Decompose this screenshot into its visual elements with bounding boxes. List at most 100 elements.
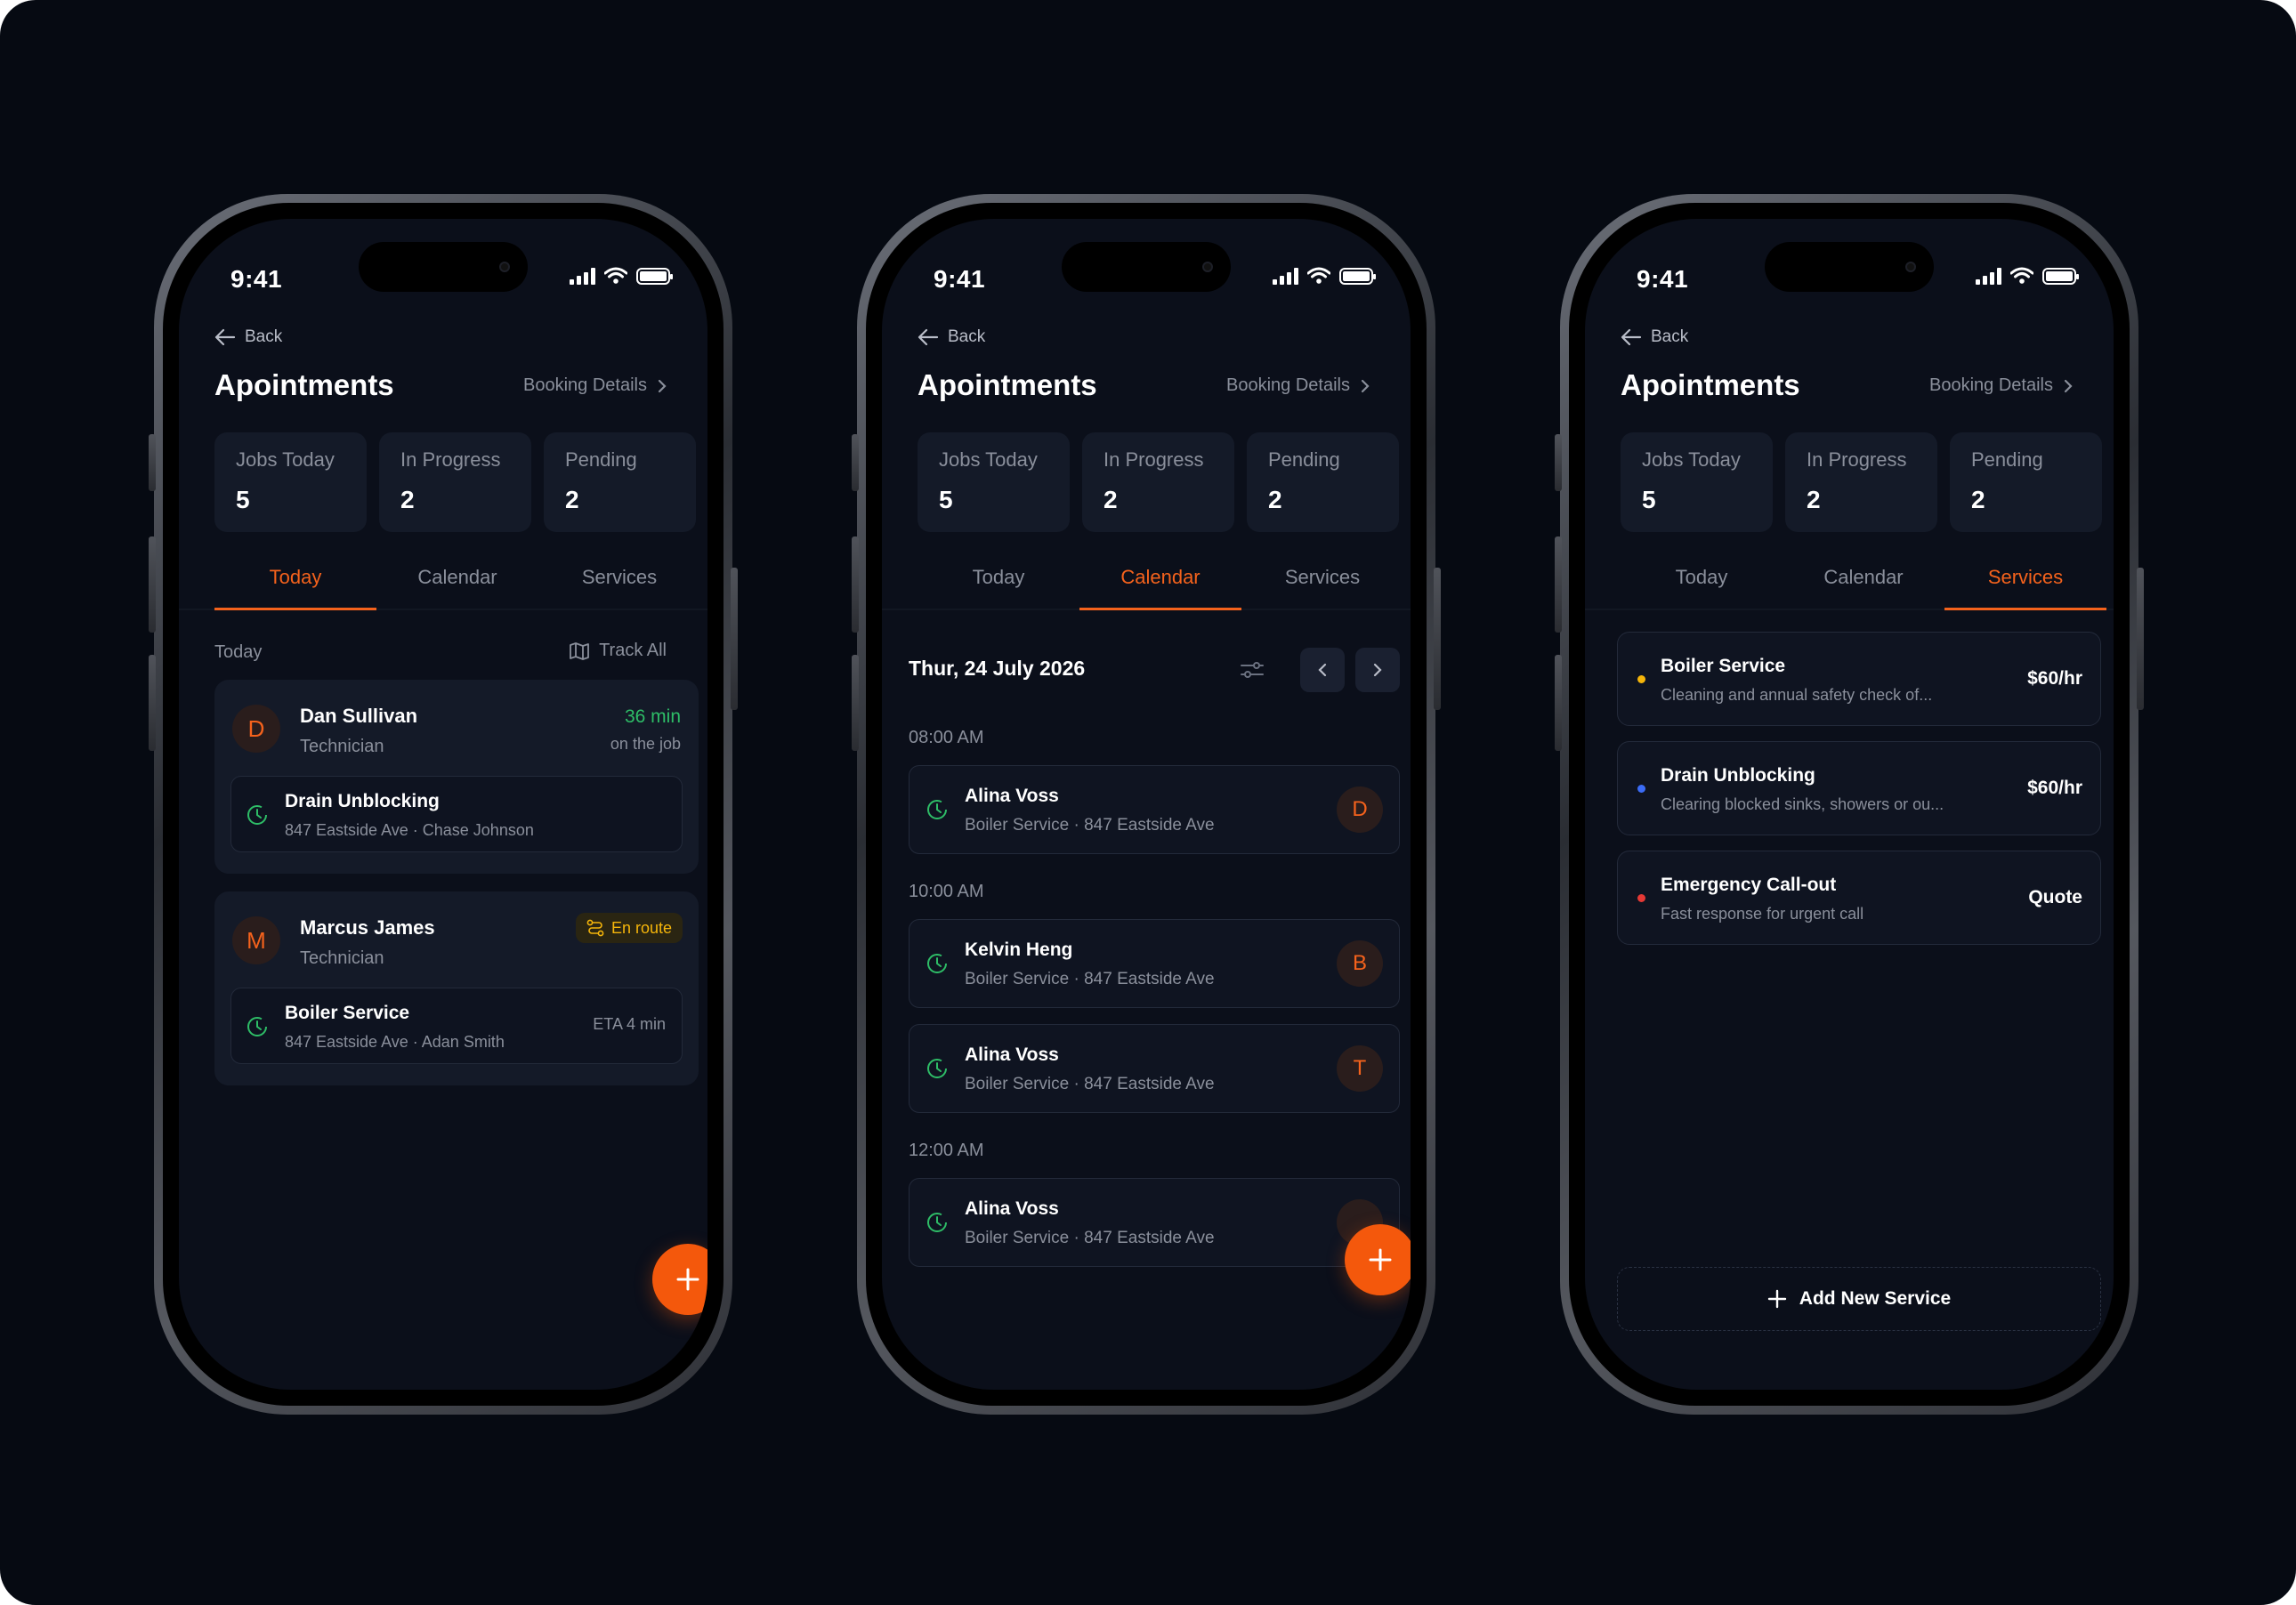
status-time: 9:41: [934, 265, 986, 293]
appointment-name: Alina Voss: [965, 1044, 1059, 1065]
stats-row: Jobs Today 5 In Progress 2 Pending 2: [214, 432, 707, 532]
booking-details-label: Booking Details: [523, 375, 647, 395]
stat-value: 2: [565, 486, 579, 513]
stat-jobs-today[interactable]: Jobs Today 5: [918, 432, 1070, 532]
appointment-item[interactable]: Alina Voss Boiler Service · 847 Eastside…: [909, 765, 1400, 854]
side-button: [149, 434, 156, 491]
chevron-right-icon: [2064, 379, 2073, 392]
canvas: 9:41 Back Apointments Booking Details Jo…: [0, 0, 2296, 1605]
cellular-signal-icon: [1976, 267, 2001, 285]
status-icons: [1273, 267, 1376, 285]
battery-icon: [2042, 267, 2079, 285]
stat-pending[interactable]: Pending 2: [1950, 432, 2102, 532]
job-row[interactable]: Drain Unblocking 847 Eastside Ave · Chas…: [230, 776, 683, 852]
status-time: 9:41: [1637, 265, 1689, 293]
eta-label: ETA 4 min: [593, 1015, 666, 1033]
tab-today[interactable]: Today: [918, 557, 1079, 610]
stat-label: Pending: [1268, 448, 1340, 471]
booking-details-link[interactable]: Booking Details: [1226, 375, 1370, 396]
service-color-dot: [1637, 785, 1645, 793]
service-item[interactable]: Boiler Service Cleaning and annual safet…: [1617, 632, 2101, 726]
back-button[interactable]: Back: [214, 327, 282, 347]
track-all-button[interactable]: Track All: [569, 641, 667, 661]
service-color-dot: [1637, 675, 1645, 683]
add-new-service-button[interactable]: Add New Service: [1617, 1267, 2101, 1331]
page-title: Apointments: [1621, 368, 1800, 401]
tab-bar: Today Calendar Services: [882, 557, 1411, 610]
dynamic-island: [359, 242, 528, 292]
stat-pending[interactable]: Pending 2: [1247, 432, 1399, 532]
cellular-signal-icon: [1273, 267, 1298, 285]
tab-services[interactable]: Services: [538, 557, 700, 610]
stat-jobs-today[interactable]: Jobs Today 5: [1621, 432, 1773, 532]
technician-card[interactable]: M Marcus James Technician En route Boile…: [214, 891, 699, 1085]
tab-services[interactable]: Services: [1241, 557, 1403, 610]
job-address: 847 Eastside Ave · Chase Johnson: [285, 821, 534, 839]
camera-icon: [1905, 262, 1916, 272]
page-title: Apointments: [918, 368, 1097, 401]
tab-calendar[interactable]: Calendar: [1783, 557, 1944, 610]
technician-card[interactable]: D Dan Sullivan Technician 36 min on the …: [214, 680, 699, 874]
section-label: Today: [214, 642, 263, 662]
service-price: $60/hr: [2027, 778, 2082, 798]
service-item[interactable]: Emergency Call-out Fast response for urg…: [1617, 851, 2101, 945]
screen: 9:41 Back Apointments Booking Details Jo…: [882, 219, 1411, 1390]
filter-icon[interactable]: [1240, 660, 1265, 680]
back-label: Back: [948, 327, 986, 346]
appointment-item[interactable]: Alina Voss Boiler Service · 847 Eastside…: [909, 1178, 1400, 1267]
prev-date-button[interactable]: [1300, 648, 1345, 692]
status-icons: [570, 267, 673, 285]
stat-in-progress[interactable]: In Progress 2: [379, 432, 531, 532]
job-address: 847 Eastside Ave · Adan Smith: [285, 1033, 505, 1051]
appointment-detail: Boiler Service · 847 Eastside Ave: [965, 816, 1215, 835]
stat-pending[interactable]: Pending 2: [544, 432, 696, 532]
avatar: D: [232, 705, 280, 753]
add-button[interactable]: [1345, 1224, 1411, 1295]
appointment-detail: Boiler Service · 847 Eastside Ave: [965, 970, 1215, 988]
tab-calendar[interactable]: Calendar: [1079, 557, 1241, 610]
camera-icon: [499, 262, 510, 272]
booking-details-link[interactable]: Booking Details: [523, 375, 667, 396]
chevron-right-icon: [658, 379, 667, 392]
back-button[interactable]: Back: [1621, 327, 1688, 347]
tab-services[interactable]: Services: [1944, 557, 2106, 610]
tab-today[interactable]: Today: [214, 557, 376, 610]
avatar: T: [1337, 1045, 1383, 1092]
service-item[interactable]: Drain Unblocking Clearing blocked sinks,…: [1617, 741, 2101, 835]
tab-calendar[interactable]: Calendar: [376, 557, 538, 610]
appointment-item[interactable]: Alina Voss Boiler Service · 847 Eastside…: [909, 1024, 1400, 1113]
bezel: 9:41 Back Apointments Booking Details Jo…: [163, 203, 724, 1406]
phone-calendar: 9:41 Back Apointments Booking Details Jo…: [852, 194, 1441, 1415]
service-name: Emergency Call-out: [1661, 875, 1837, 895]
duration-sub: on the job: [610, 735, 681, 753]
booking-details-label: Booking Details: [1226, 375, 1350, 395]
time-slot-label: 10:00 AM: [909, 882, 984, 901]
stat-jobs-today[interactable]: Jobs Today 5: [214, 432, 367, 532]
stat-label: In Progress: [400, 448, 501, 471]
stat-label: Jobs Today: [939, 448, 1038, 471]
volume-up-button: [149, 536, 156, 633]
dynamic-island: [1765, 242, 1934, 292]
next-date-button[interactable]: [1355, 648, 1400, 692]
stat-in-progress[interactable]: In Progress 2: [1785, 432, 1937, 532]
booking-details-link[interactable]: Booking Details: [1929, 375, 2073, 396]
stat-label: Jobs Today: [1642, 448, 1741, 471]
add-button[interactable]: [652, 1244, 707, 1315]
volume-up-button: [1555, 536, 1562, 633]
stat-label: In Progress: [1104, 448, 1204, 471]
plus-icon: [1369, 1248, 1392, 1271]
stat-value: 2: [1104, 486, 1118, 513]
screen: 9:41 Back Apointments Booking Details Jo…: [1585, 219, 2114, 1390]
clock-icon: [927, 1059, 947, 1078]
tab-today[interactable]: Today: [1621, 557, 1783, 610]
clock-icon: [927, 800, 947, 819]
service-price: $60/hr: [2027, 668, 2082, 689]
technician-role: Technician: [300, 737, 384, 756]
phone-services: 9:41 Back Apointments Booking Details Jo…: [1555, 194, 2144, 1415]
stat-in-progress[interactable]: In Progress 2: [1082, 432, 1234, 532]
phone-today: 9:41 Back Apointments Booking Details Jo…: [149, 194, 738, 1415]
appointment-item[interactable]: Kelvin Heng Boiler Service · 847 Eastsid…: [909, 919, 1400, 1008]
back-button[interactable]: Back: [918, 327, 985, 347]
wifi-icon: [2010, 267, 2033, 284]
job-row[interactable]: Boiler Service 847 Eastside Ave · Adan S…: [230, 988, 683, 1064]
